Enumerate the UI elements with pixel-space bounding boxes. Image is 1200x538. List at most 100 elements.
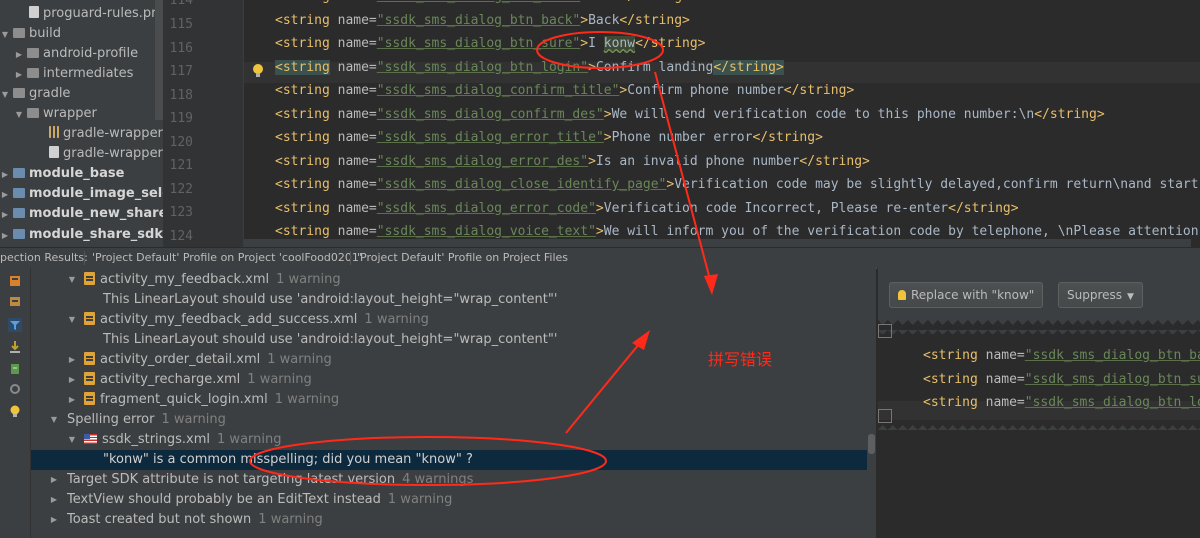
tree-item[interactable]: ▶module_new_share_sd xyxy=(0,204,163,224)
expand-arrow-icon[interactable]: ▼ xyxy=(67,310,77,330)
collapse-arrow-icon[interactable]: ▶ xyxy=(67,350,77,370)
xml-file-icon xyxy=(84,312,95,325)
folder-icon xyxy=(27,108,39,118)
folder-icon xyxy=(13,28,25,38)
code-line[interactable]: <string name="ssdk_sms_dialog_confirm_de… xyxy=(275,105,1105,125)
line-number: 120 xyxy=(169,134,193,150)
separator xyxy=(84,251,85,265)
code-line[interactable]: <string name="ssdk_sms_dialog_btn_wait">… xyxy=(275,0,690,7)
collapse-arrow-icon[interactable]: ▶ xyxy=(14,65,24,85)
tree-item[interactable]: gradle-wrapper.j xyxy=(46,124,163,144)
collapse-arrow-icon[interactable]: ▶ xyxy=(49,470,59,490)
expand-arrow-icon[interactable]: ▼ xyxy=(14,105,24,125)
module-icon xyxy=(13,188,25,198)
line-number: 122 xyxy=(169,181,193,197)
bulb-icon xyxy=(898,290,906,300)
replace-with-know-button[interactable]: Replace with "know" xyxy=(889,282,1044,308)
tab-project-profile[interactable]: 'Project Default' Profile on Project 'co… xyxy=(92,248,362,268)
line-number: 119 xyxy=(169,111,193,126)
autoscroll-icon[interactable] xyxy=(8,362,22,376)
xml-file-icon xyxy=(84,392,95,405)
tree-item[interactable]: proguard-rules.pro xyxy=(26,4,163,24)
xml-file-icon xyxy=(84,372,95,385)
lightbulb-icon[interactable] xyxy=(251,63,265,79)
tree-scrollbar[interactable] xyxy=(155,0,163,120)
problem-preview-panel: Replace with "know" Suppress ▼ <string na… xyxy=(877,268,1200,538)
module-icon xyxy=(13,168,25,178)
line-number: 121 xyxy=(169,158,193,173)
collapse-arrow-icon[interactable]: ▶ xyxy=(49,490,59,510)
module-icon xyxy=(13,208,25,218)
preview-code-line: <string name="ssdk_sms_dialog_btn_ba xyxy=(923,348,1200,363)
tab-files-profile[interactable]: 'Project Default' Profile on Project Fil… xyxy=(357,248,568,268)
annotation-label: 拼写错误 xyxy=(708,350,773,369)
tree-item[interactable]: ▶ module_base xyxy=(0,164,125,185)
inspection-title: pection Results: xyxy=(0,251,88,264)
export-icon[interactable] xyxy=(8,340,22,354)
line-number: 116 xyxy=(169,40,193,56)
expand-arrow-icon[interactable]: ▼ xyxy=(67,270,77,290)
expand-arrow-icon[interactable]: ▼ xyxy=(0,85,10,105)
code-editor[interactable]: 114 115 116 117 118 119 120 121 122 123 124 <stri… xyxy=(163,0,1200,247)
collapse-arrow-icon[interactable]: ▶ xyxy=(49,510,59,530)
code-line[interactable]: <string name="ssdk_sms_dialog_voice_text… xyxy=(275,222,1199,242)
result-file-row[interactable]: ▼ ssdk_strings.xml 1 warning xyxy=(31,430,867,450)
line-number: 123 xyxy=(169,205,193,220)
result-file-row[interactable]: ▶ fragment_quick_login.xml 1 warning xyxy=(31,390,867,410)
preview-code-line: <string name="ssdk_sms_dialog_btn_su xyxy=(923,371,1200,387)
suppress-button[interactable]: Suppress ▼ xyxy=(1058,282,1143,308)
fold-marker-icon[interactable] xyxy=(878,409,892,423)
result-category-row[interactable]: ▶ Target SDK attribute is not targeting … xyxy=(31,470,867,490)
result-file-row[interactable]: ▼ activity_my_feedback.xml 1 warning xyxy=(31,270,867,290)
settings-icon[interactable] xyxy=(8,382,22,396)
code-line[interactable]: <string name="ssdk_sms_dialog_btn_back">… xyxy=(275,11,690,31)
tree-item[interactable]: ▶module_image_selecto xyxy=(0,184,163,204)
tree-item[interactable]: ▼ build xyxy=(0,24,61,44)
expand-arrow-icon[interactable]: ▼ xyxy=(49,410,59,430)
tree-item[interactable]: ▼ gradle xyxy=(0,84,71,105)
tree-item[interactable]: gradle-wrapper.p xyxy=(46,144,163,164)
collapse-arrow-icon[interactable]: ▶ xyxy=(0,185,10,205)
folder-icon xyxy=(27,68,39,78)
open-icon[interactable] xyxy=(8,294,22,308)
collapse-arrow-icon[interactable]: ▶ xyxy=(67,390,77,410)
rerun-icon[interactable] xyxy=(8,274,22,288)
tree-item[interactable]: ▶ android-profile xyxy=(14,44,138,64)
collapse-arrow-icon[interactable]: ▶ xyxy=(14,45,24,65)
result-problem-row-selected[interactable]: "konw" is a common misspelling; did you … xyxy=(31,450,867,470)
code-line[interactable]: <string name="ssdk_sms_dialog_error_des"… xyxy=(275,152,870,172)
code-line[interactable]: <string name="ssdk_sms_dialog_error_code… xyxy=(275,199,1019,219)
expand-arrow-icon[interactable]: ▼ xyxy=(0,25,10,45)
fold-edge xyxy=(878,320,1200,334)
code-line[interactable]: <string name="ssdk_sms_dialog_btn_login"… xyxy=(275,58,784,78)
folder-icon xyxy=(27,48,39,58)
code-line[interactable]: <string name="ssdk_sms_dialog_btn_sure">… xyxy=(275,34,706,54)
collapse-arrow-icon[interactable]: ▶ xyxy=(0,205,10,225)
collapse-arrow-icon[interactable]: ▶ xyxy=(67,370,77,390)
result-problem-row[interactable]: This LinearLayout should use 'android:la… xyxy=(31,290,867,310)
code-line[interactable]: <string name="ssdk_sms_dialog_close_iden… xyxy=(275,175,1199,195)
result-category-row[interactable]: ▶ Toast created but not shown 1 warning xyxy=(31,510,867,530)
results-scrollbar[interactable] xyxy=(868,268,875,538)
code-line[interactable]: <string name="ssdk_sms_dialog_error_titl… xyxy=(275,128,823,148)
filter-icon[interactable] xyxy=(8,318,22,332)
expand-arrow-icon[interactable]: ▼ xyxy=(67,430,77,450)
tree-item[interactable]: ▶ module_share_sdk xyxy=(0,225,163,245)
tree-item[interactable]: ▼ wrapper xyxy=(14,104,97,124)
result-category-row[interactable]: ▼ Spelling error 1 warning xyxy=(31,410,867,430)
inspection-results-tree: ▼ activity_my_feedback.xml 1 warning This… xyxy=(31,268,876,538)
result-file-row[interactable]: ▶ activity_recharge.xml 1 warning xyxy=(31,370,867,390)
code-line[interactable]: <string name="ssdk_sms_dialog_confirm_ti… xyxy=(275,81,854,101)
collapse-arrow-icon[interactable]: ▶ xyxy=(0,226,10,246)
result-category-row[interactable]: ▶ TextView should probably be an EditTex… xyxy=(31,490,867,510)
line-number: 117 xyxy=(169,64,193,79)
editor-gutter: 114 115 116 117 118 119 120 121 122 123 124 xyxy=(163,0,244,247)
module-icon xyxy=(13,229,25,239)
tree-item[interactable]: ▶ intermediates xyxy=(14,64,134,85)
fold-marker-icon[interactable] xyxy=(878,324,892,338)
results-scrollbar-thumb[interactable] xyxy=(868,434,875,454)
bulb-icon[interactable] xyxy=(8,404,22,418)
collapse-arrow-icon[interactable]: ▶ xyxy=(0,165,10,185)
result-file-row[interactable]: ▼ activity_my_feedback_add_success.xml 1 … xyxy=(31,310,867,330)
line-number: 115 xyxy=(169,17,193,32)
